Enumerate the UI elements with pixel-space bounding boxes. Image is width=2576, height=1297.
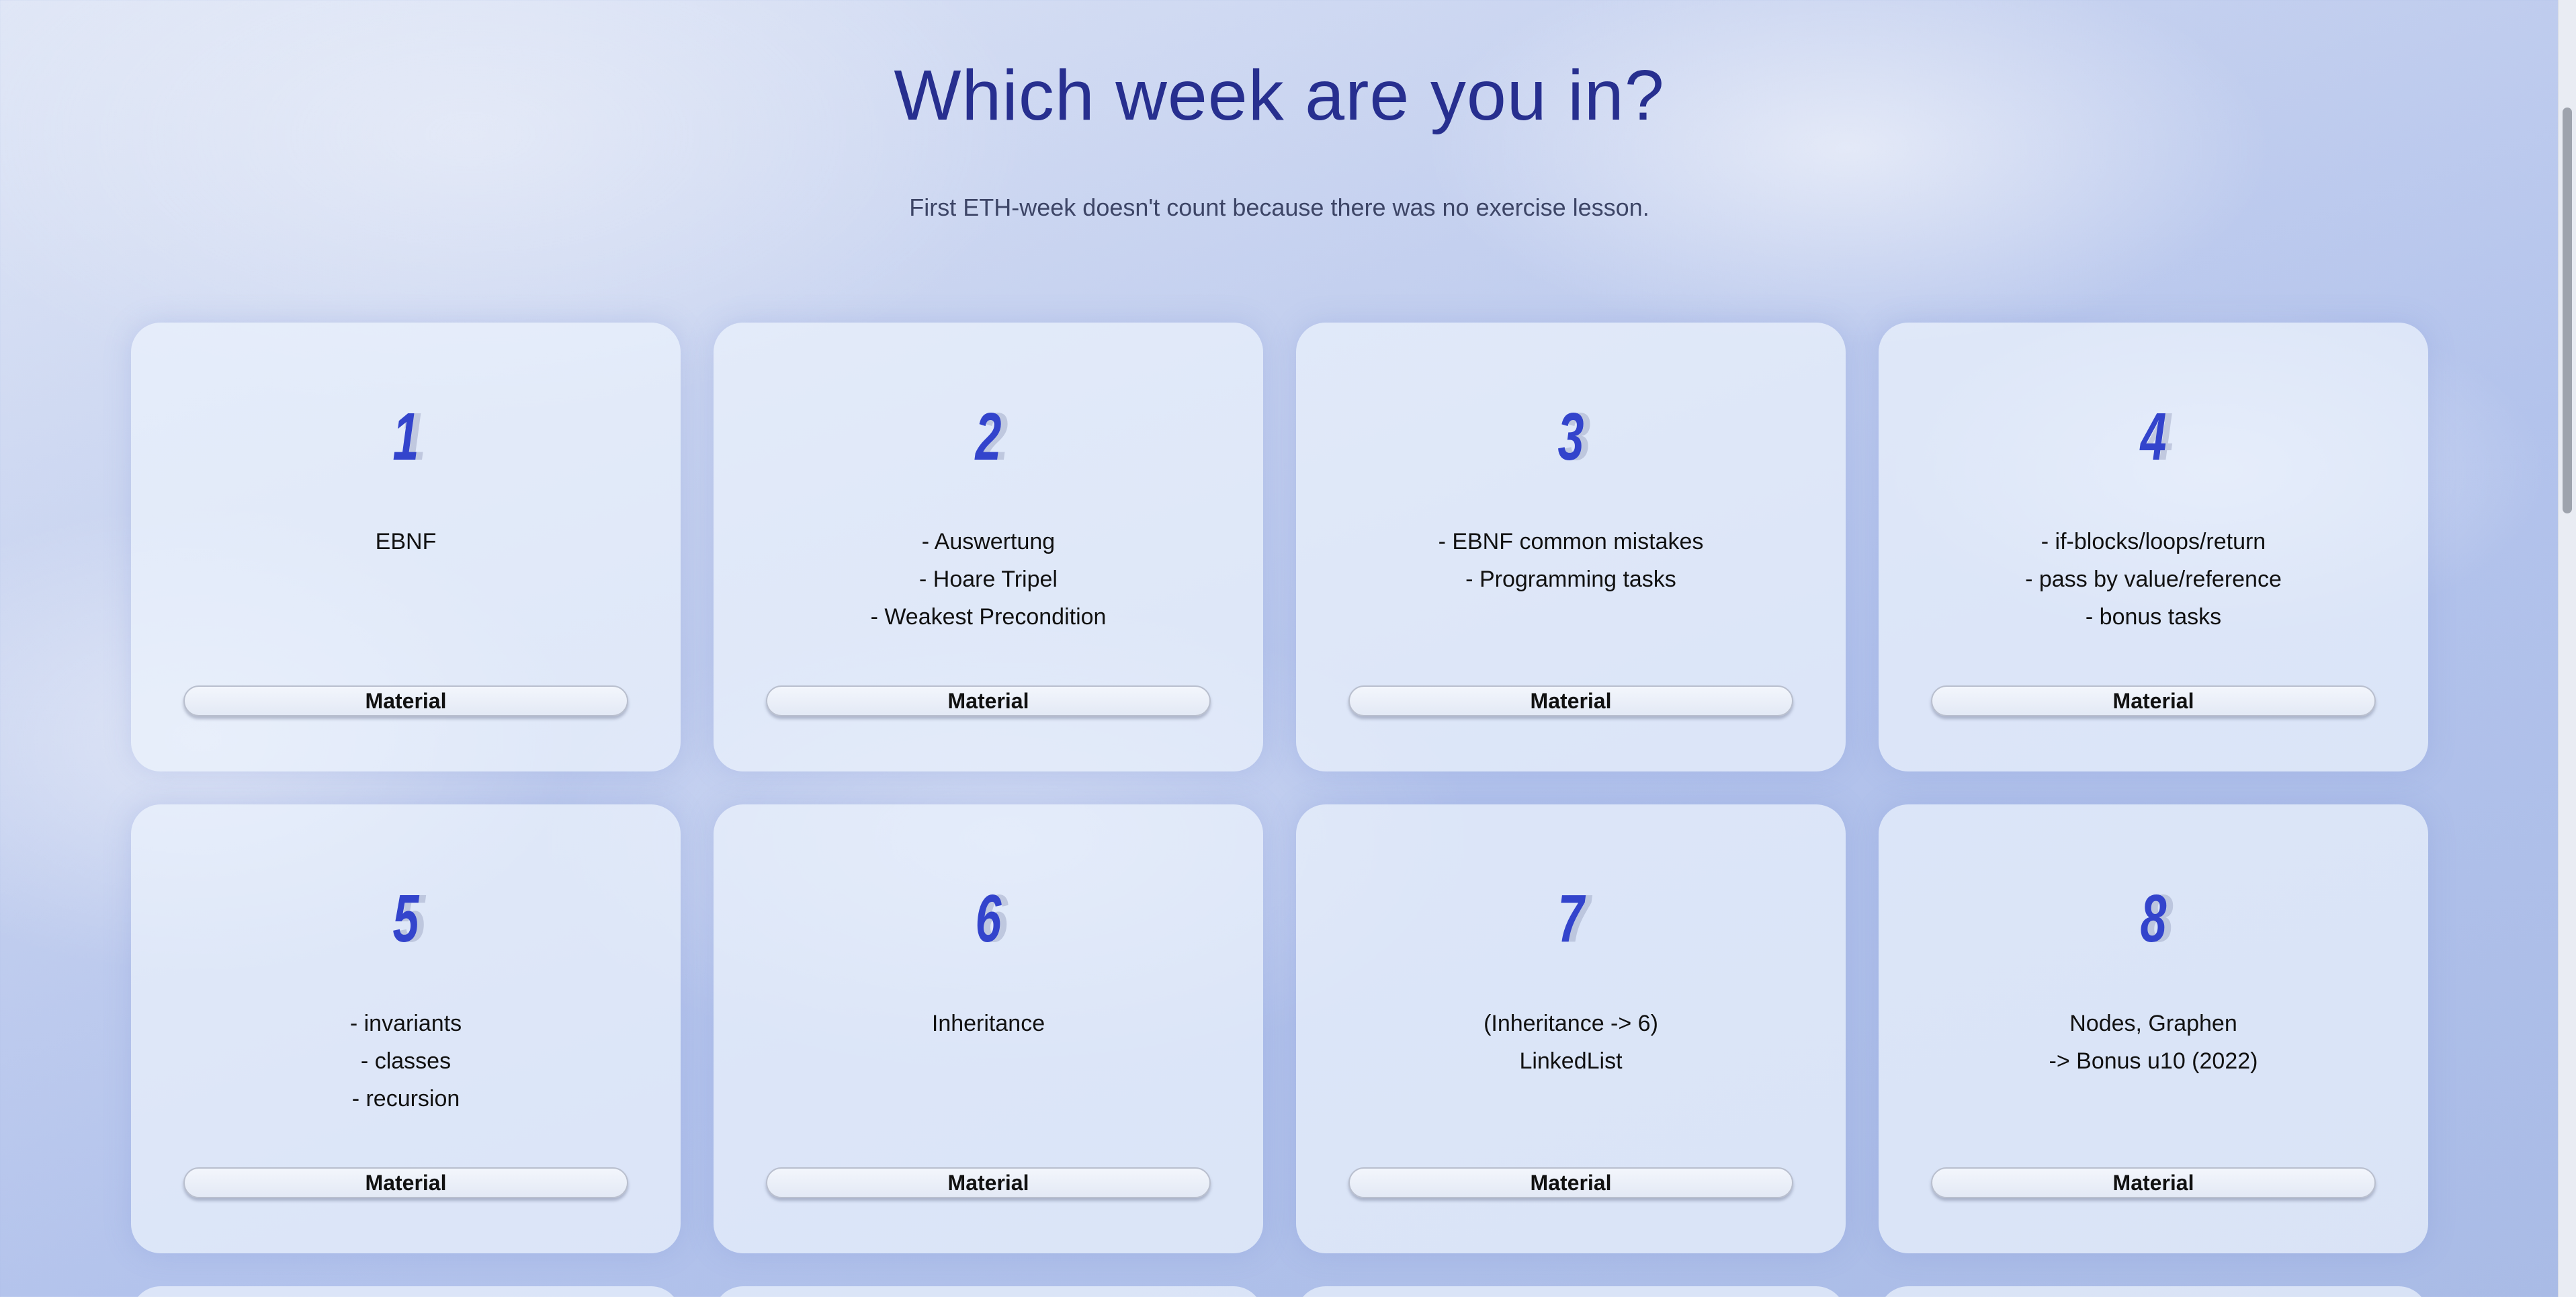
material-button[interactable]: Material [1931, 1167, 2376, 1198]
week-card-5: 5 - invariants - classes - recursion Mat… [131, 804, 681, 1253]
week-grid-next-row [131, 1286, 2432, 1297]
week-card-partial [131, 1286, 681, 1297]
week-description: Inheritance [931, 1011, 1045, 1036]
week-description: Nodes, Graphen -> Bonus u10 (2022) [2049, 1011, 2258, 1074]
week-description: - Auswertung - Hoare Tripel - Weakest Pr… [870, 529, 1107, 630]
week-number: 8 [2140, 881, 2167, 956]
week-description: (Inheritance -> 6) LinkedList [1484, 1011, 1658, 1074]
week-card-1: 1 EBNF Material [131, 323, 681, 771]
week-number: 4 [2140, 399, 2167, 474]
week-description: - if-blocks/loops/return - pass by value… [2025, 529, 2282, 630]
material-button[interactable]: Material [766, 685, 1211, 716]
material-button[interactable]: Material [1931, 685, 2376, 716]
week-number: 2 [975, 399, 1002, 474]
material-button[interactable]: Material [183, 685, 628, 716]
week-number: 7 [1557, 881, 1584, 956]
vertical-scrollbar[interactable] [2558, 0, 2576, 1297]
scrollbar-thumb[interactable] [2563, 108, 2572, 513]
week-card-4: 4 - if-blocks/loops/return - pass by val… [1879, 323, 2428, 771]
week-number: 5 [392, 881, 419, 956]
week-card-3: 3 - EBNF common mistakes - Programming t… [1296, 323, 1846, 771]
week-card-8: 8 Nodes, Graphen -> Bonus u10 (2022) Mat… [1879, 804, 2428, 1253]
week-description: EBNF [375, 529, 437, 554]
week-card-partial [1296, 1286, 1846, 1297]
material-button[interactable]: Material [766, 1167, 1211, 1198]
week-number: 1 [392, 399, 419, 474]
week-description: - invariants - classes - recursion [349, 1011, 462, 1112]
week-description: - EBNF common mistakes - Programming tas… [1438, 529, 1704, 592]
week-card-partial [714, 1286, 1263, 1297]
page-title: Which week are you in? [894, 56, 1665, 135]
week-card-7: 7 (Inheritance -> 6) LinkedList Material [1296, 804, 1846, 1253]
page: Which week are you in? First ETH-week do… [0, 0, 2559, 1297]
material-button[interactable]: Material [1348, 685, 1793, 716]
week-card-2: 2 - Auswertung - Hoare Tripel - Weakest … [714, 323, 1263, 771]
material-button[interactable]: Material [1348, 1167, 1793, 1198]
week-card-6: 6 Inheritance Material [714, 804, 1263, 1253]
week-number: 3 [1557, 399, 1584, 474]
week-grid: 1 EBNF Material 2 - Auswertung - Hoare T… [131, 323, 2432, 1253]
week-card-partial [1879, 1286, 2428, 1297]
week-number: 6 [975, 881, 1002, 956]
page-subtitle: First ETH-week doesn't count because the… [909, 194, 1649, 221]
material-button[interactable]: Material [183, 1167, 628, 1198]
